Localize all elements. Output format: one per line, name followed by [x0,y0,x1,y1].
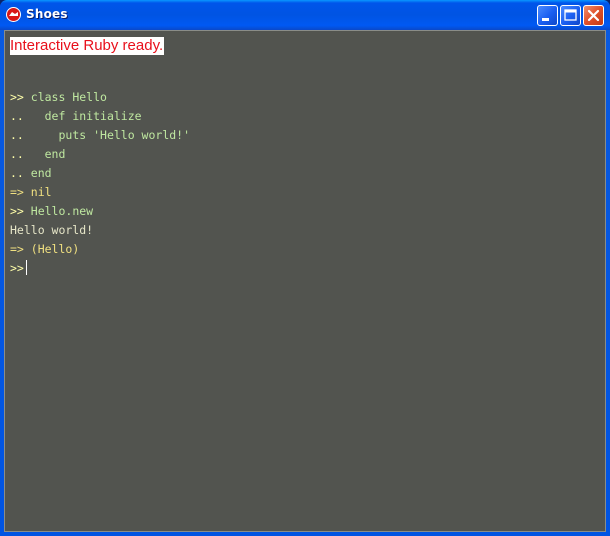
prompt-marker: >> [10,90,24,104]
output-text: Hello world! [10,223,94,237]
input-prompt: >> [10,261,24,275]
console-line: .. end [10,164,190,183]
console-area[interactable]: Interactive Ruby ready. >> class Hello .… [4,30,606,532]
prompt-marker: >> [10,204,24,218]
close-icon [587,9,600,22]
console-line: >> class Hello [10,88,190,107]
prompt-marker: .. [10,166,24,180]
console-line: Hello world! [10,221,190,240]
console-line: .. puts 'Hello world!' [10,126,190,145]
prompt-marker: .. [10,128,24,142]
shoes-app-icon[interactable] [6,7,21,22]
code-text: end [23,166,52,180]
shoes-window: Shoes Interactive Ruby ready. >> class H… [0,0,610,536]
input-line[interactable]: >> [10,259,190,278]
console-line: .. end [10,145,190,164]
close-button[interactable] [583,5,604,26]
prompt-marker: .. [10,147,24,161]
console-line: >> Hello.new [10,202,190,221]
minimize-button[interactable] [537,5,558,26]
code-text: Hello.new [23,204,94,218]
code-text: def initialize [23,109,142,123]
console-line: => (Hello) [10,240,190,259]
window-title: Shoes [26,7,68,21]
prompt-marker: .. [10,109,24,123]
code-text: puts 'Hello world!' [23,128,191,142]
console-line: .. def initialize [10,107,190,126]
result-marker: => [10,185,24,199]
code-text: end [23,147,66,161]
status-banner: Interactive Ruby ready. [10,37,165,55]
maximize-button[interactable] [560,5,581,26]
result-marker: => [10,242,24,256]
result-text: (Hello) [23,242,80,256]
maximize-icon [564,9,577,21]
result-text: nil [23,185,52,199]
code-text: class Hello [23,90,107,104]
text-cursor [25,260,27,275]
console-line: => nil [10,183,190,202]
title-bar[interactable]: Shoes [0,0,610,30]
minimize-icon [542,18,549,21]
irb-console[interactable]: >> class Hello .. def initialize .. puts… [10,88,190,278]
